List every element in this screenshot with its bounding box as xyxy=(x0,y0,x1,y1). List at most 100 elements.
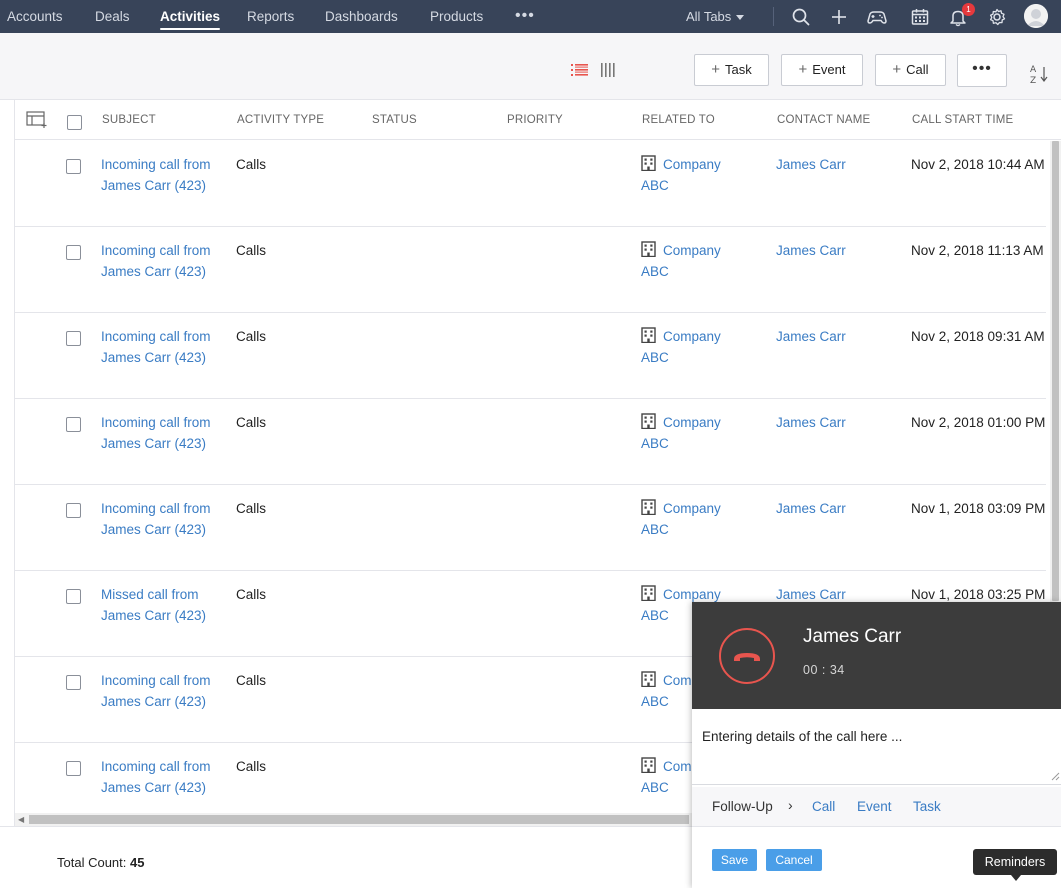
plus-icon: + xyxy=(711,61,721,78)
activity-type-cell: Calls xyxy=(236,759,267,774)
activity-type-cell: Calls xyxy=(236,673,267,688)
caret-down-icon xyxy=(736,15,745,21)
follow-up-call-link[interactable]: Call xyxy=(812,799,835,814)
horizontal-scrollbar-thumb[interactable] xyxy=(29,815,689,824)
nav-activities[interactable]: Activities xyxy=(160,0,221,33)
follow-up-event-link[interactable]: Event xyxy=(857,799,892,814)
activity-type-cell: Calls xyxy=(236,243,267,258)
row-checkbox[interactable] xyxy=(66,675,81,690)
related-to-link[interactable]: Company ABC xyxy=(641,240,751,282)
building-icon xyxy=(641,671,656,687)
cancel-button[interactable]: Cancel xyxy=(766,849,822,871)
row-checkbox[interactable] xyxy=(66,589,81,604)
user-silhouette-icon xyxy=(1024,4,1048,28)
sort-alphabetical-icon[interactable]: A Z xyxy=(1028,62,1050,86)
activity-type-cell: Calls xyxy=(236,157,267,172)
row-checkbox[interactable] xyxy=(66,159,81,174)
svg-text:A: A xyxy=(1030,65,1037,75)
task-label: Task xyxy=(725,62,752,77)
vertical-scrollbar-thumb[interactable] xyxy=(1052,141,1059,601)
subject-link[interactable]: Incoming call from James Carr (423) xyxy=(101,412,211,454)
follow-up-bar: Follow-Up › Call Event Task xyxy=(692,787,1061,827)
total-count-value: 45 xyxy=(130,855,145,870)
column-settings-icon[interactable] xyxy=(26,111,48,129)
search-icon[interactable] xyxy=(790,6,812,28)
row-checkbox[interactable] xyxy=(66,761,81,776)
call-label: Call xyxy=(906,62,929,77)
row-checkbox[interactable] xyxy=(66,503,81,518)
row-checkbox[interactable] xyxy=(66,245,81,260)
top-navigation: Accounts Deals Activities Reports Dashbo… xyxy=(0,0,1061,33)
nav-products[interactable]: Products xyxy=(430,0,483,33)
column-header-contact-name[interactable]: CONTACT NAME xyxy=(777,114,870,126)
related-to-link[interactable]: Company ABC xyxy=(641,498,751,540)
more-actions-button[interactable]: ••• xyxy=(957,54,1007,87)
column-view-icon[interactable] xyxy=(600,62,618,78)
nav-deals[interactable]: Deals xyxy=(95,0,130,33)
nav-reports[interactable]: Reports xyxy=(247,0,294,33)
follow-up-label: Follow-Up xyxy=(712,799,773,814)
nav-dashboards[interactable]: Dashboards xyxy=(325,0,398,33)
building-icon xyxy=(641,327,656,343)
subject-link[interactable]: Missed call from James Carr (423) xyxy=(101,584,211,626)
column-header-subject[interactable]: SUBJECT xyxy=(102,114,156,126)
subject-link[interactable]: Incoming call from James Carr (423) xyxy=(101,154,211,196)
column-header-related-to[interactable]: RELATED TO xyxy=(642,114,715,126)
column-header-activity-type[interactable]: ACTIVITY TYPE xyxy=(237,114,324,126)
subject-link[interactable]: Incoming call from James Carr (423) xyxy=(101,240,211,282)
table-row[interactable]: Incoming call from James Carr (423) Calls… xyxy=(15,313,1046,399)
list-view-icon[interactable] xyxy=(571,62,589,78)
call-notes-field[interactable]: Entering details of the call here ... xyxy=(692,709,1061,785)
related-to-link[interactable]: Company ABC xyxy=(641,154,751,196)
avatar[interactable] xyxy=(1024,4,1048,28)
column-header-status[interactable]: STATUS xyxy=(372,114,417,126)
plus-icon[interactable] xyxy=(828,6,850,28)
save-button[interactable]: Save xyxy=(712,849,757,871)
call-start-time-cell: Nov 2, 2018 10:44 AM xyxy=(911,157,1045,172)
call-start-time-cell: Nov 2, 2018 11:13 AM xyxy=(911,243,1044,258)
table-row[interactable]: Incoming call from James Carr (423) Calls… xyxy=(15,141,1046,227)
new-event-button[interactable]: + Event xyxy=(781,54,863,86)
contact-name-link[interactable]: James Carr xyxy=(776,240,846,261)
column-header-priority[interactable]: PRIORITY xyxy=(507,114,563,126)
reminders-tooltip[interactable]: Reminders xyxy=(973,849,1057,881)
select-all-checkbox[interactable] xyxy=(67,115,82,130)
column-header-call-start-time[interactable]: CALL START TIME xyxy=(912,114,1013,126)
phone-hangup-icon xyxy=(734,653,760,661)
call-timer: 00 : 34 xyxy=(803,663,845,677)
plus-icon: + xyxy=(798,61,808,78)
subject-link[interactable]: Incoming call from James Carr (423) xyxy=(101,326,211,368)
related-to-link[interactable]: Company ABC xyxy=(641,412,751,454)
subject-link[interactable]: Incoming call from James Carr (423) xyxy=(101,498,211,540)
activity-type-cell: Calls xyxy=(236,501,267,516)
hang-up-button[interactable] xyxy=(719,628,775,684)
event-label: Event xyxy=(812,62,846,77)
call-start-time-cell: Nov 1, 2018 03:09 PM xyxy=(911,501,1046,516)
contact-name-link[interactable]: James Carr xyxy=(776,326,846,347)
subject-link[interactable]: Incoming call from James Carr (423) xyxy=(101,756,211,798)
contact-name-link[interactable]: James Carr xyxy=(776,412,846,433)
row-checkbox[interactable] xyxy=(66,417,81,432)
resize-handle-icon[interactable] xyxy=(1051,772,1060,781)
subject-link[interactable]: Incoming call from James Carr (423) xyxy=(101,670,211,712)
gamepad-icon[interactable] xyxy=(866,6,888,28)
nav-accounts[interactable]: Accounts xyxy=(7,0,63,33)
new-task-button[interactable]: + Task xyxy=(694,54,769,86)
row-checkbox[interactable] xyxy=(66,331,81,346)
scroll-left-arrow-icon[interactable]: ◀ xyxy=(18,813,24,826)
table-row[interactable]: Incoming call from James Carr (423) Calls… xyxy=(15,485,1046,571)
new-call-button[interactable]: + Call xyxy=(875,54,946,86)
contact-name-link[interactable]: James Carr xyxy=(776,154,846,175)
nav-more-icon[interactable]: ••• xyxy=(515,0,535,33)
list-toolbar: + Task + Event + Call ••• A Z xyxy=(0,33,1061,100)
call-start-time-cell: Nov 2, 2018 09:31 AM xyxy=(911,329,1045,344)
caller-name: James Carr xyxy=(803,626,902,647)
follow-up-task-link[interactable]: Task xyxy=(913,799,941,814)
related-to-link[interactable]: Company ABC xyxy=(641,326,751,368)
gear-icon[interactable] xyxy=(986,6,1008,28)
all-tabs-dropdown[interactable]: All Tabs xyxy=(686,0,745,33)
contact-name-link[interactable]: James Carr xyxy=(776,498,846,519)
table-row[interactable]: Incoming call from James Carr (423) Calls… xyxy=(15,399,1046,485)
table-row[interactable]: Incoming call from James Carr (423) Calls… xyxy=(15,227,1046,313)
calendar-icon[interactable] xyxy=(909,6,931,28)
